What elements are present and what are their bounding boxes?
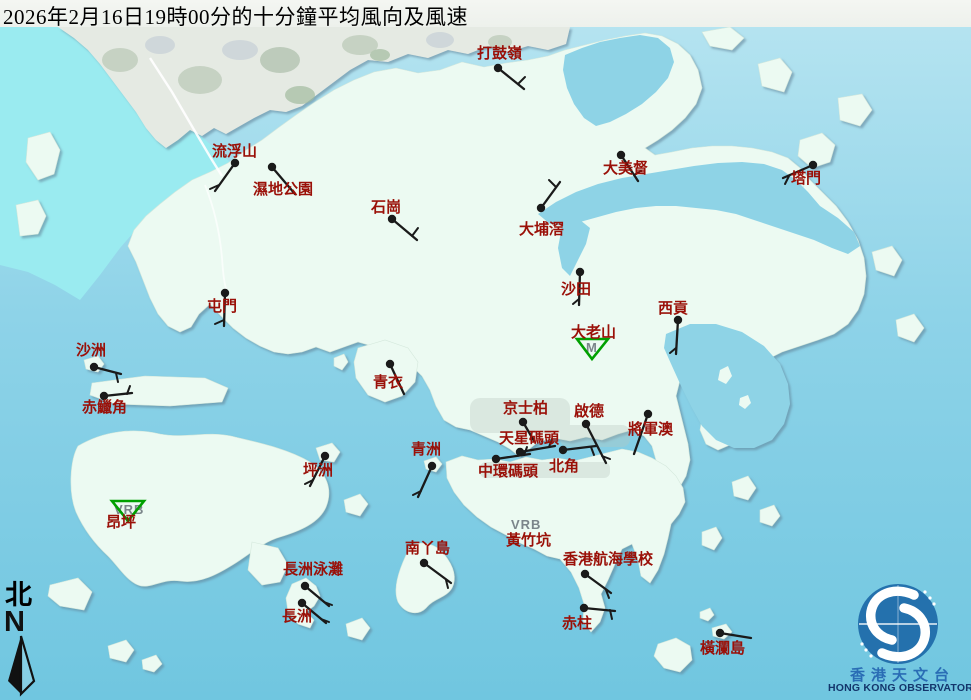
station-label-青衣: 青衣 [373, 375, 403, 391]
compass-north-chinese: 北 [5, 582, 43, 609]
station-label-昂坪: 昂坪 [106, 515, 136, 531]
station-label-打鼓嶺: 打鼓嶺 [477, 46, 522, 62]
station-label-屯門: 屯門 [207, 299, 237, 315]
north-arrow-icon [4, 635, 38, 697]
station-label-中環碼頭: 中環碼頭 [478, 464, 538, 480]
station-label-沙洲: 沙洲 [76, 343, 106, 359]
station-label-大埔滘: 大埔滘 [519, 222, 564, 238]
station-label-黃竹坑: 黃竹坑 [506, 533, 551, 549]
station-label-將軍澳: 將軍澳 [628, 422, 673, 438]
hko-logo: 香港天文台 HONG KONG OBSERVATORY [828, 582, 971, 700]
station-label-香港航海學校: 香港航海學校 [563, 552, 653, 568]
station-label-長洲: 長洲 [282, 609, 312, 625]
station-labels-layer: 打鼓嶺流浮山濕地公園石崗 大美督大埔滘 塔門沙田西貢 屯門沙洲赤鱲角 青衣青洲坪洲 京士柏… [0, 0, 971, 700]
station-label-天星碼頭: 天星碼頭 [499, 431, 559, 447]
compass-north-letter: N [4, 609, 43, 635]
station-label-京士柏: 京士柏 [503, 401, 548, 417]
station-label-北角: 北角 [549, 459, 579, 475]
wind-map-screenshot: MVRBVRB 打鼓嶺流浮山濕地公園石崗大美督大埔滘塔門沙田西貢屯門沙洲赤鱲角青… [0, 0, 971, 700]
station-label-沙田: 沙田 [561, 282, 591, 298]
map-title: 2026年2月16日19時00分的十分鐘平均風向及風速 [3, 1, 468, 31]
station-label-塔門: 塔門 [791, 171, 821, 187]
station-label-流浮山: 流浮山 [212, 144, 257, 160]
map-title-bar: 2026年2月16日19時00分的十分鐘平均風向及風速 [0, 0, 971, 27]
station-label-西貢: 西貢 [658, 301, 688, 317]
station-label-赤柱: 赤柱 [562, 616, 592, 632]
station-label-濕地公園: 濕地公園 [253, 182, 313, 198]
station-label-坪洲: 坪洲 [303, 463, 333, 479]
station-label-青洲: 青洲 [411, 442, 441, 458]
station-label-長洲泳灘: 長洲泳灘 [283, 562, 343, 578]
station-label-啟德: 啟德 [574, 404, 604, 420]
station-label-大美督: 大美督 [603, 161, 648, 177]
station-label-大老山: 大老山 [571, 325, 616, 341]
station-label-石崗: 石崗 [371, 200, 401, 216]
compass: 北 N [3, 582, 43, 697]
station-label-橫瀾島: 橫瀾島 [700, 641, 745, 657]
station-label-赤鱲角: 赤鱲角 [82, 400, 127, 416]
hko-name-english: HONG KONG OBSERVATORY [828, 682, 971, 694]
station-label-南丫島: 南丫島 [405, 541, 450, 557]
